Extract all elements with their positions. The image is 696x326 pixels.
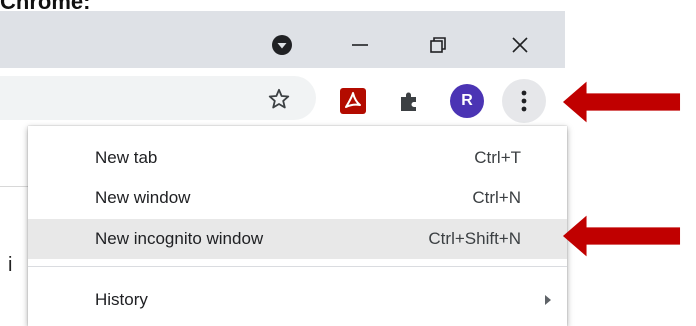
pointer-arrow-menu: [562, 81, 681, 123]
profile-button[interactable]: R: [450, 84, 484, 118]
media-control-icon: [272, 35, 292, 55]
menu-item-shortcut: Ctrl+N: [472, 188, 521, 207]
menu-item-shortcut: Ctrl+T: [474, 148, 521, 167]
close-button[interactable]: [500, 25, 540, 65]
puzzle-icon: [401, 92, 416, 111]
restore-icon: [430, 37, 446, 53]
menu-separator: [28, 266, 567, 267]
restore-button[interactable]: [418, 25, 458, 65]
close-icon: [512, 37, 528, 53]
page-divider: [0, 186, 28, 187]
extensions-button[interactable]: [396, 88, 422, 114]
media-control-button[interactable]: [262, 25, 302, 65]
menu-item-label: History: [95, 290, 148, 309]
menu-item-new-incognito-window[interactable]: New incognito window Ctrl+Shift+N: [28, 219, 567, 259]
menu-item-new-tab[interactable]: New tab Ctrl+T: [28, 138, 567, 178]
menu-item-label: New tab: [95, 148, 158, 167]
star-icon: [268, 88, 290, 109]
bookmark-button[interactable]: [266, 86, 292, 112]
pdf-extension-button[interactable]: [340, 88, 366, 114]
page-content: [0, 130, 28, 320]
menu-item-label: New window: [95, 188, 191, 207]
toolbar: R: [0, 68, 565, 130]
avatar: R: [450, 84, 484, 118]
chrome-menu-button[interactable]: [502, 79, 546, 123]
minimize-icon: [352, 44, 368, 46]
menu-item-label: New incognito window: [95, 229, 264, 248]
chrome-menu: New tab Ctrl+T New window Ctrl+N New inc…: [28, 126, 567, 326]
minimize-button[interactable]: [340, 25, 380, 65]
pointer-arrow-incognito: [562, 215, 681, 257]
page-partial-text: i: [8, 254, 13, 276]
heading-text: Chrome:: [0, 0, 91, 14]
title-bar: [0, 11, 565, 68]
submenu-arrow-icon: [545, 295, 551, 305]
menu-item-shortcut: Ctrl+Shift+N: [428, 229, 521, 248]
menu-item-new-window[interactable]: New window Ctrl+N: [28, 178, 567, 218]
acrobat-icon: [340, 88, 366, 114]
menu-item-history[interactable]: History: [28, 280, 567, 320]
three-dots-icon: [521, 90, 527, 112]
